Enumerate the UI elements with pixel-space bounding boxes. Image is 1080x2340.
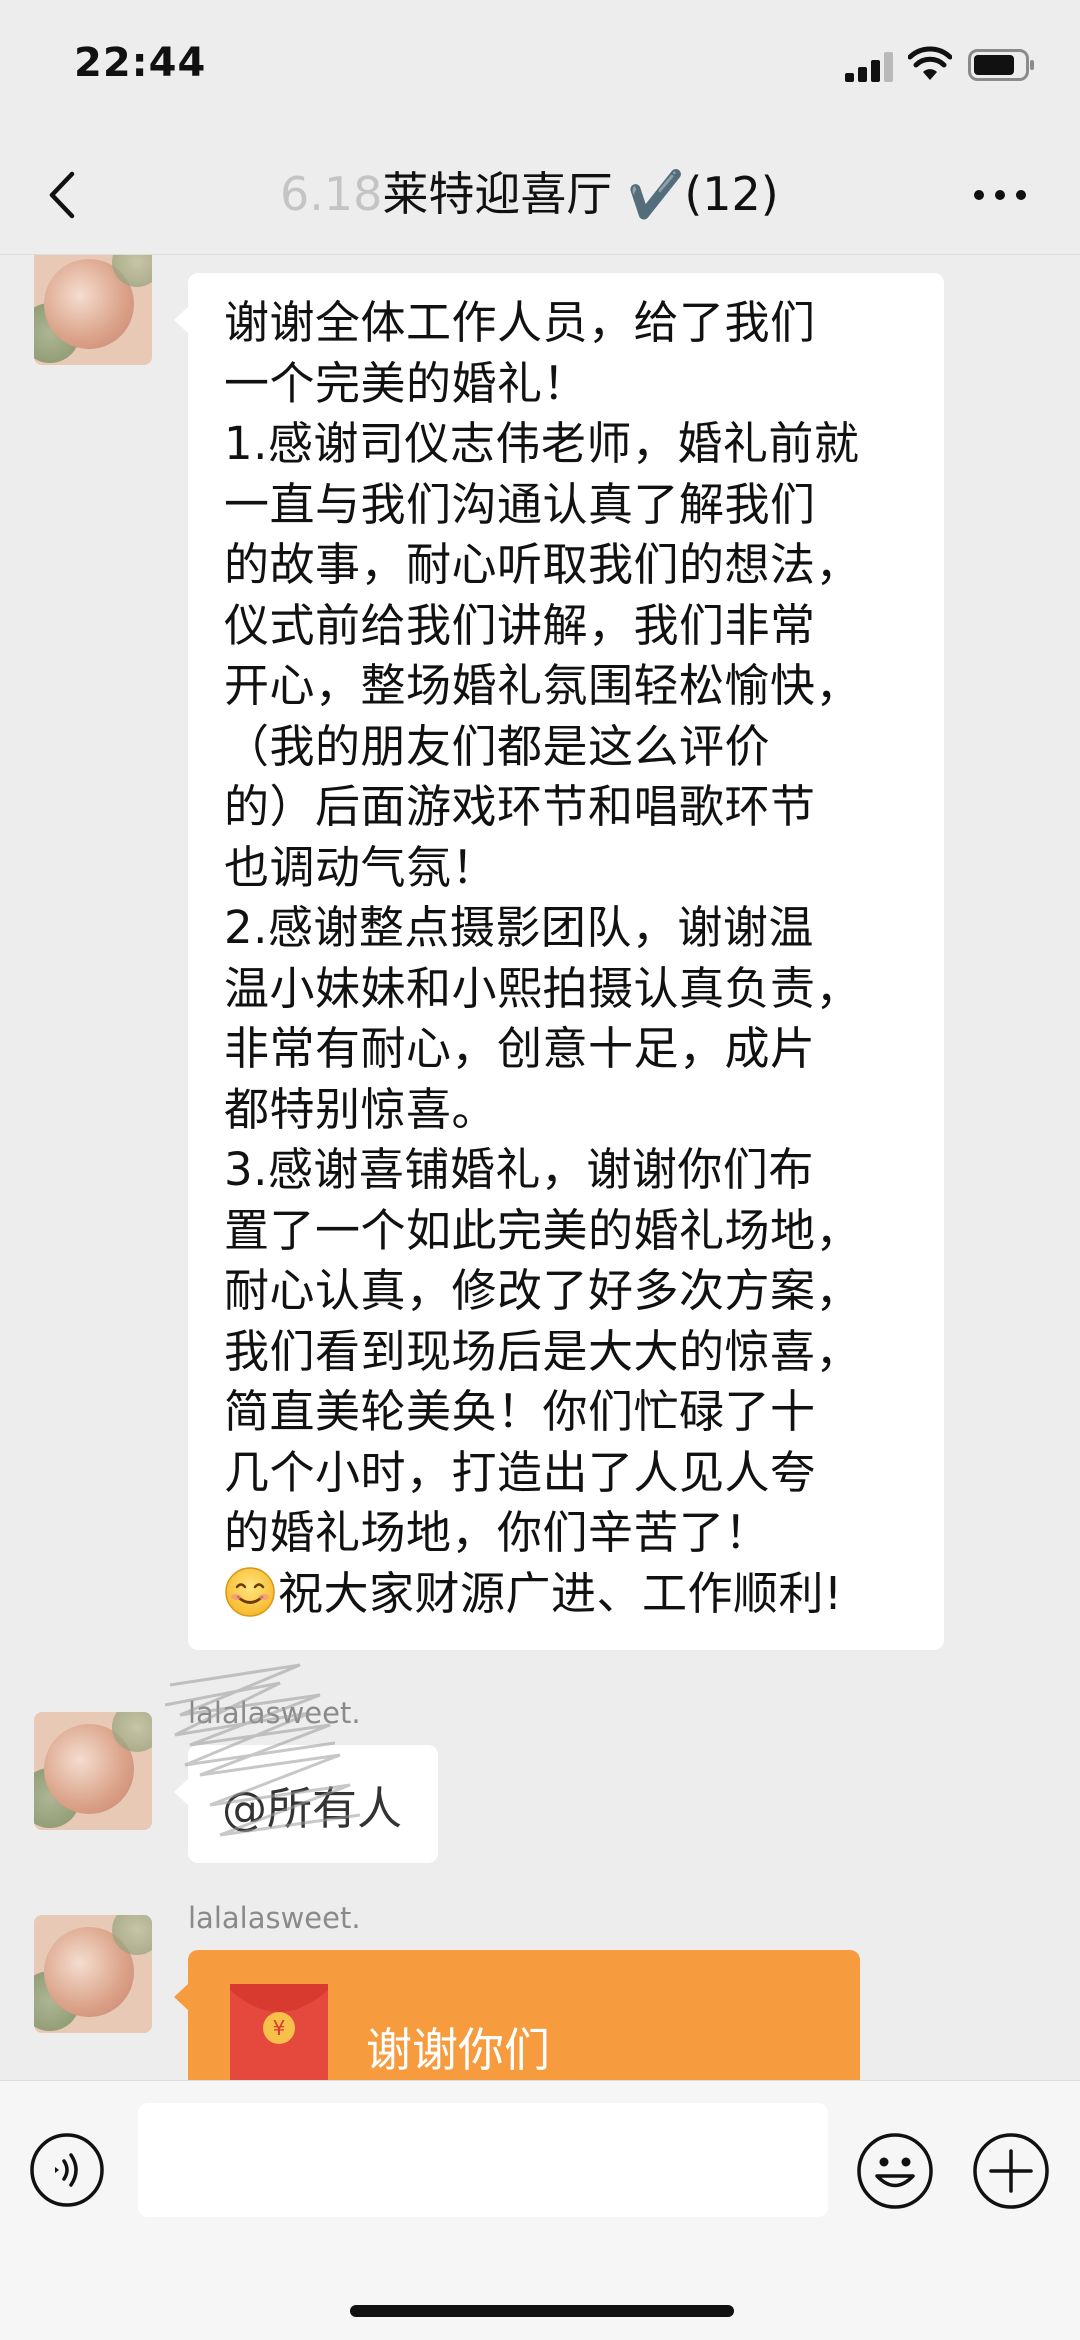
message-line: 置了一个如此完美的婚礼场地， bbox=[224, 1203, 862, 1257]
back-chevron-icon[interactable] bbox=[40, 160, 84, 230]
message-input[interactable] bbox=[138, 2103, 828, 2217]
svg-text:¥: ¥ bbox=[273, 2016, 286, 2040]
chat-header: 6.18莱特迎喜厅 ✔️(12) bbox=[0, 140, 1080, 256]
message-bubble-long[interactable]: 谢谢全体工作人员，给了我们 一个完美的婚礼！ 1.感谢司仪志伟老师，婚礼前就 一直与我… bbox=[174, 273, 944, 1650]
plus-circle-icon[interactable] bbox=[971, 2131, 1051, 2211]
voice-wave-icon[interactable] bbox=[28, 2131, 106, 2209]
message-last-line: 祝大家财源广进、工作顺利! bbox=[224, 1564, 920, 1625]
red-packet-message[interactable]: ¥ 谢谢你们 bbox=[174, 1950, 860, 2080]
message-line: （我的朋友们都是这么评价 bbox=[224, 719, 771, 773]
chat-title-prefix: 6.18 bbox=[280, 167, 383, 221]
wifi-icon bbox=[908, 46, 952, 80]
sender-avatar[interactable] bbox=[34, 1915, 152, 2033]
message-line: 的）后面游戏环节和唱歌环节 bbox=[224, 780, 816, 833]
red-envelope-icon: ¥ bbox=[230, 1984, 328, 2080]
sender-name: lalalasweet. bbox=[188, 1901, 361, 1935]
chat-input-bar bbox=[0, 2080, 1080, 2340]
emoji-face-icon[interactable] bbox=[855, 2131, 935, 2211]
red-packet-label: 谢谢你们 bbox=[366, 2023, 550, 2077]
message-line: 我们看到现场后是大大的惊喜， bbox=[224, 1324, 862, 1378]
message-list[interactable]: 谢谢全体工作人员，给了我们 一个完美的婚礼！ 1.感谢司仪志伟老师，婚礼前就 一直与我… bbox=[0, 255, 1080, 2080]
more-dots-icon[interactable] bbox=[970, 182, 1030, 212]
sender-name: lalalasweet. bbox=[188, 1696, 361, 1730]
smiling-face-emoji-icon bbox=[225, 1566, 275, 1617]
message-line: 简直美轮美奂！你们忙碌了十 bbox=[224, 1385, 816, 1438]
message-line: 非常有耐心，创意十足，成片 bbox=[224, 1022, 816, 1075]
message-line: 耐心认真，修改了好多次方案， bbox=[224, 1264, 862, 1317]
message-line: 一个完美的婚礼！ bbox=[224, 356, 589, 410]
message-line: 的婚礼场地，你们辛苦了！ bbox=[224, 1506, 771, 1559]
message-line: 开心，整场婚礼氛围轻松愉快， bbox=[224, 659, 862, 712]
message-line: 3.感谢喜铺婚礼，谢谢你们布 bbox=[224, 1143, 814, 1196]
mention-bubble[interactable]: @所有人 bbox=[173, 1745, 439, 1863]
sender-avatar[interactable] bbox=[34, 255, 152, 365]
message-line: 谢谢全体工作人员，给了我们 bbox=[224, 296, 816, 349]
message-text: 谢谢全体工作人员，给了我们 一个完美的婚礼！ 1.感谢司仪志伟老师，婚礼前就 一直与我… bbox=[224, 293, 920, 1564]
message-line: 仪式前给我们讲解，我们非常 bbox=[224, 598, 816, 652]
message-line: 2.感谢整点摄影团队，谢谢温 bbox=[224, 901, 814, 954]
mention-text: @所有人 bbox=[222, 1781, 403, 1835]
home-indicator bbox=[350, 2305, 734, 2317]
chat-title-main: 莱特迎喜厅 ✔️(12) bbox=[382, 167, 779, 221]
message-line: 都特别惊喜。 bbox=[224, 1082, 498, 1136]
message-line: 一直与我们沟通认真了解我们 bbox=[224, 477, 816, 531]
battery-icon bbox=[968, 49, 1034, 81]
status-time: 22:44 bbox=[74, 40, 207, 86]
cellular-signal-icon bbox=[845, 52, 897, 82]
message-line: 温小妹妹和小熙拍摄认真负责， bbox=[224, 961, 862, 1015]
message-last-line-text: 祝大家财源广进、工作顺利! bbox=[278, 1566, 843, 1620]
message-line: 几个小时，打造出了人见人夸 bbox=[224, 1445, 816, 1499]
sender-avatar[interactable] bbox=[34, 1712, 152, 1830]
status-bar: 22:44 bbox=[0, 0, 1080, 135]
message-line: 的故事，耐心听取我们的想法， bbox=[224, 538, 862, 591]
message-line: 1.感谢司仪志伟老师，婚礼前就 bbox=[224, 417, 860, 470]
chat-title[interactable]: 6.18莱特迎喜厅 ✔️(12) bbox=[280, 166, 840, 222]
message-line: 也调动气氛！ bbox=[224, 840, 498, 894]
